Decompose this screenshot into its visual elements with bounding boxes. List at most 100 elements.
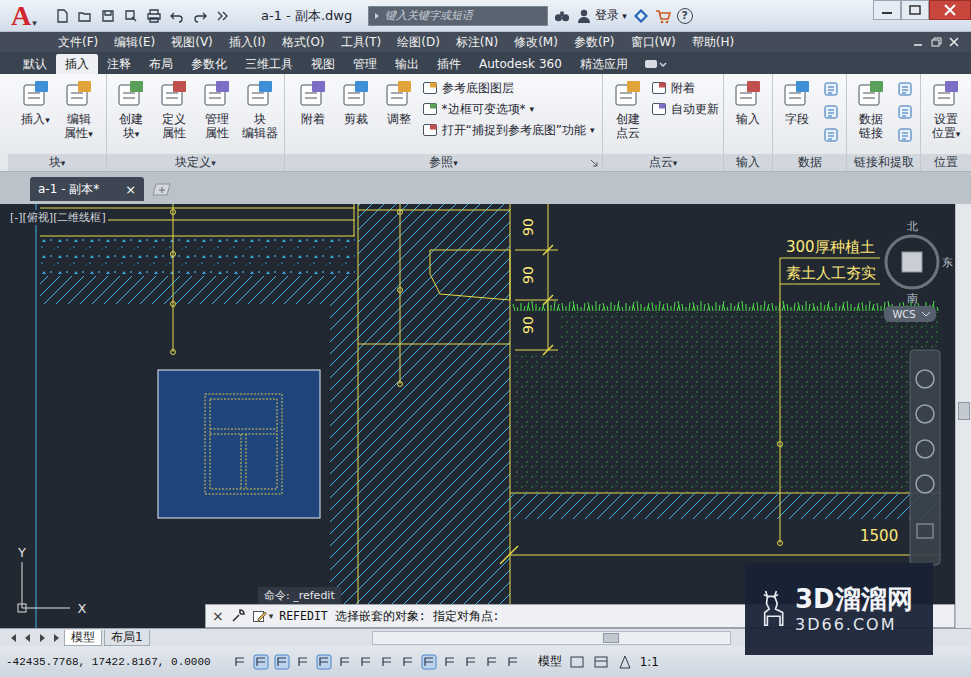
note-text[interactable]: 素土人工夯实 bbox=[786, 264, 876, 282]
ribbon-button[interactable]: 定义 属性 bbox=[154, 78, 194, 140]
grass-line[interactable] bbox=[513, 301, 938, 311]
ribbon-button[interactable]: 创建 块▾ bbox=[111, 78, 151, 141]
viewcube[interactable]: 北东南WCS bbox=[884, 220, 953, 322]
coordinates[interactable]: -42435.7768, 17422.8167, 0.0000 bbox=[6, 656, 211, 668]
cart-icon[interactable] bbox=[655, 8, 671, 24]
panel-title[interactable]: 点云▾ bbox=[603, 154, 723, 171]
ribbon-small-button[interactable]: *边框可变选项*▾ bbox=[422, 100, 595, 118]
ribbon-icon-button[interactable] bbox=[820, 102, 842, 122]
ribbon-tab[interactable]: 管理 bbox=[344, 54, 386, 74]
horizontal-scrollbar[interactable] bbox=[372, 631, 731, 645]
ucs-icon[interactable]: YX bbox=[17, 545, 87, 616]
file-tab[interactable]: a-1 - 副本*× bbox=[30, 177, 144, 201]
ribbon-tab[interactable]: 注释 bbox=[98, 54, 140, 74]
save-icon[interactable] bbox=[100, 8, 116, 24]
minimize-icon[interactable] bbox=[873, 0, 901, 20]
drafting-toggle-icon[interactable] bbox=[336, 653, 354, 671]
close-tab-button[interactable]: × bbox=[125, 182, 136, 197]
vertical-scrollbar[interactable] bbox=[955, 204, 971, 628]
drafting-toggle-icon[interactable] bbox=[441, 653, 459, 671]
dialog-launcher-icon[interactable] bbox=[590, 159, 598, 167]
menu-item[interactable]: 视图(V) bbox=[163, 32, 221, 52]
layout-tab[interactable]: 模型 bbox=[64, 630, 102, 646]
dimension-text[interactable]: 90 bbox=[520, 316, 536, 334]
menu-item[interactable]: 修改(M) bbox=[506, 32, 566, 52]
dimension-text[interactable]: 90 bbox=[520, 266, 536, 284]
ribbon-button[interactable]: 创建 点云 bbox=[608, 78, 648, 140]
close-icon[interactable] bbox=[929, 0, 971, 20]
ribbon-tab[interactable]: Autodesk 360 bbox=[470, 54, 571, 74]
minimize-icon[interactable] bbox=[911, 35, 925, 49]
close-icon[interactable] bbox=[947, 35, 961, 49]
retaining-wall[interactable] bbox=[358, 204, 510, 628]
ribbon-button[interactable]: 插入▾ bbox=[16, 78, 56, 127]
ribbon-small-button[interactable]: 附着 bbox=[651, 79, 719, 97]
panel-title[interactable]: 块▾ bbox=[8, 154, 106, 171]
ribbon-button[interactable]: 编辑 属性▾ bbox=[59, 78, 99, 141]
panel-title[interactable]: 参照▾ bbox=[285, 154, 602, 171]
tab-scroll-icon[interactable] bbox=[8, 632, 20, 644]
ribbon-small-button[interactable]: 打开“捕捉到参考底图”功能▾ bbox=[422, 121, 595, 139]
axis-line[interactable] bbox=[36, 204, 37, 628]
menu-item[interactable]: 编辑(E) bbox=[106, 32, 163, 52]
drafting-toggle-icon[interactable] bbox=[504, 653, 522, 671]
drafting-toggle-icon[interactable] bbox=[252, 653, 270, 671]
ribbon-icon-button[interactable] bbox=[894, 125, 916, 145]
print-icon[interactable] bbox=[146, 8, 162, 24]
panel-title[interactable]: 位置 bbox=[921, 154, 971, 171]
panel-title[interactable]: 块定义▾ bbox=[107, 154, 284, 171]
restore-icon[interactable] bbox=[901, 0, 929, 20]
navigation-bar[interactable] bbox=[910, 350, 940, 565]
model-space-button[interactable]: 模型 bbox=[538, 653, 562, 670]
compacted-soil[interactable] bbox=[510, 493, 940, 519]
ribbon-icon-button[interactable] bbox=[820, 125, 842, 145]
drafting-toggle-icon[interactable] bbox=[294, 653, 312, 671]
close-command-line-button[interactable]: × bbox=[212, 608, 224, 624]
planting-soil[interactable] bbox=[515, 354, 940, 492]
panel-title[interactable]: 输入 bbox=[724, 154, 772, 171]
ribbon-button[interactable]: 块 编辑器 bbox=[240, 78, 280, 140]
ribbon-tab[interactable]: 参数化 bbox=[182, 54, 236, 74]
ribbon-toggle-icon[interactable] bbox=[643, 57, 667, 71]
annotation-scale-icon[interactable] bbox=[616, 653, 634, 671]
panel-title[interactable]: 链接和提取 bbox=[847, 154, 920, 171]
ribbon-button[interactable]: 设置 位置▾ bbox=[926, 78, 966, 141]
wcs-menu[interactable] bbox=[884, 306, 936, 322]
menu-item[interactable]: 格式(O) bbox=[274, 32, 333, 52]
tab-scroll-icon[interactable] bbox=[22, 632, 34, 644]
menu-item[interactable]: 工具(T) bbox=[333, 32, 390, 52]
ribbon-tab[interactable]: 视图 bbox=[302, 54, 344, 74]
compass-north[interactable]: 北 bbox=[907, 220, 918, 233]
ribbon-tab[interactable]: 布局 bbox=[140, 54, 182, 74]
save-as-icon[interactable] bbox=[123, 8, 139, 24]
selection-box[interactable] bbox=[158, 370, 320, 518]
layout-icon[interactable] bbox=[592, 653, 610, 671]
drafting-toggle-icon[interactable] bbox=[273, 653, 291, 671]
compass-south[interactable]: 南 bbox=[907, 292, 918, 305]
soil-hatch[interactable] bbox=[40, 276, 330, 304]
drafting-toggle-icon[interactable] bbox=[315, 653, 333, 671]
menu-item[interactable]: 帮助(H) bbox=[684, 32, 742, 52]
restore-icon[interactable] bbox=[929, 35, 943, 49]
dimension[interactable]: 909090 bbox=[515, 204, 558, 355]
ribbon-icon-button[interactable] bbox=[894, 102, 916, 122]
menu-item[interactable]: 插入(I) bbox=[221, 32, 274, 52]
binoculars-icon[interactable] bbox=[554, 8, 570, 24]
ribbon-tab[interactable]: 三维工具 bbox=[236, 54, 302, 74]
drafting-toggle-icon[interactable] bbox=[483, 653, 501, 671]
new-tab-icon[interactable] bbox=[150, 181, 172, 197]
ribbon-tab[interactable]: 输出 bbox=[386, 54, 428, 74]
length-text[interactable]: 1500 bbox=[860, 527, 898, 545]
layout-tab[interactable]: 布局1 bbox=[104, 630, 150, 646]
drafting-toggle-icon[interactable] bbox=[378, 653, 396, 671]
more-icon[interactable] bbox=[215, 8, 231, 24]
new-icon[interactable] bbox=[54, 8, 70, 24]
ribbon-small-button[interactable]: 自动更新 bbox=[651, 100, 719, 118]
window-block[interactable] bbox=[205, 394, 282, 494]
ribbon-button[interactable]: 输入 bbox=[728, 78, 768, 126]
drafting-toggle-icon[interactable] bbox=[399, 653, 417, 671]
compass-east[interactable]: 东 bbox=[942, 256, 953, 269]
ribbon-button[interactable]: 剪裁 bbox=[336, 78, 376, 126]
ribbon-button[interactable]: 管理 属性 bbox=[197, 78, 237, 140]
ribbon-tab[interactable]: 插件 bbox=[428, 54, 470, 74]
